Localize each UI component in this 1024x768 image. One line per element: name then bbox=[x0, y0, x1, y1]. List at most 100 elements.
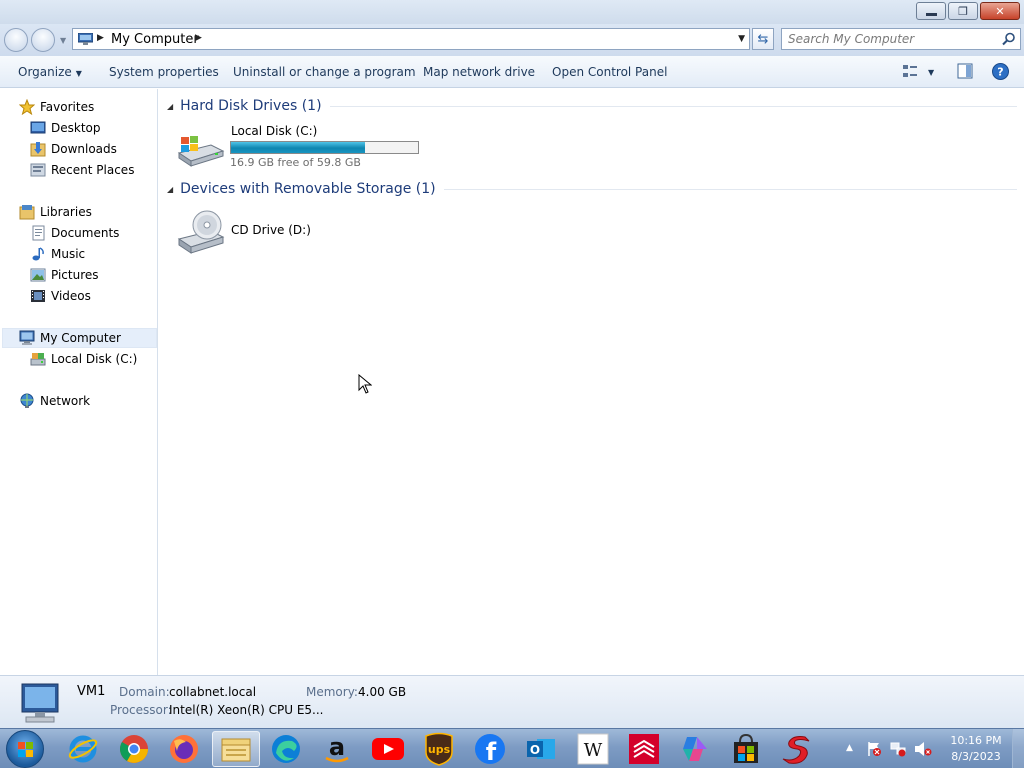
nav-desktop[interactable]: Desktop bbox=[30, 118, 101, 138]
edge-taskbar-button[interactable] bbox=[262, 731, 310, 767]
chrome-taskbar-button[interactable] bbox=[110, 731, 158, 767]
change-view-icon[interactable] bbox=[902, 63, 918, 79]
facebook-icon: f bbox=[475, 734, 505, 765]
organize-menu-button[interactable]: Organize ▼ bbox=[18, 65, 82, 79]
hard-disk-drives-group[interactable]: ◢ Hard Disk Drives (1) bbox=[167, 98, 1017, 114]
hard-disk-drives-header: Hard Disk Drives (1) bbox=[180, 98, 322, 114]
address-history-dropdown-icon[interactable]: ▼ bbox=[738, 34, 745, 44]
recent-places-icon bbox=[30, 162, 46, 178]
svg-text:O: O bbox=[530, 743, 540, 757]
firefox-taskbar-button[interactable] bbox=[160, 731, 208, 767]
volume-muted-icon[interactable] bbox=[914, 741, 932, 757]
nav-recent-places[interactable]: Recent Places bbox=[30, 160, 134, 180]
youtube-taskbar-button[interactable] bbox=[364, 731, 412, 767]
search-icon[interactable] bbox=[1002, 32, 1016, 46]
nav-local-disk[interactable]: Local Disk (C:) bbox=[30, 349, 137, 369]
processor-value: Intel(R) Xeon(R) CPU E5... bbox=[169, 703, 324, 717]
removable-storage-group[interactable]: ◢ Devices with Removable Storage (1) bbox=[167, 181, 1017, 197]
close-button[interactable]: ✕ bbox=[980, 2, 1020, 20]
nav-music[interactable]: Music bbox=[30, 244, 85, 264]
edge-icon bbox=[272, 735, 300, 763]
local-disk-label[interactable]: Local Disk (C:) bbox=[231, 124, 317, 138]
nav-desktop-label: Desktop bbox=[51, 121, 101, 135]
maximize-button[interactable]: ❐ bbox=[948, 2, 978, 20]
folder-icon bbox=[221, 738, 251, 762]
file-explorer-taskbar-button[interactable] bbox=[212, 731, 260, 767]
start-button[interactable] bbox=[6, 730, 44, 768]
address-bar[interactable]: ▶ My Computer ▶ ▼ bbox=[72, 28, 750, 50]
action-center-flag-icon[interactable] bbox=[866, 741, 882, 757]
details-pane: VM1 Domain: collabnet.local Memory: 4.00… bbox=[0, 675, 1024, 728]
recent-pages-dropdown-icon[interactable]: ▼ bbox=[60, 36, 66, 45]
nav-network[interactable]: Network bbox=[19, 391, 90, 411]
uninstall-program-button[interactable]: Uninstall or change a program bbox=[233, 65, 416, 79]
breadcrumb-chevron-icon[interactable]: ▶ bbox=[195, 33, 202, 43]
cd-drive-label[interactable]: CD Drive (D:) bbox=[231, 223, 311, 237]
videos-icon bbox=[30, 288, 46, 304]
nav-documents-label: Documents bbox=[51, 226, 120, 240]
nav-libraries-label: Libraries bbox=[40, 205, 92, 219]
nav-downloads[interactable]: Downloads bbox=[30, 139, 117, 159]
navigation-pane: Favorites Desktop Downloads Recent Place… bbox=[0, 89, 158, 675]
clock[interactable]: 10:16 PM 8/3/2023 bbox=[944, 733, 1008, 765]
outlook-icon: O bbox=[527, 739, 555, 759]
nav-documents[interactable]: Documents bbox=[30, 223, 119, 243]
map-network-drive-button[interactable]: Map network drive bbox=[423, 65, 535, 79]
back-button[interactable] bbox=[4, 28, 28, 52]
copilot-icon bbox=[683, 737, 707, 761]
nav-pictures[interactable]: Pictures bbox=[30, 265, 99, 285]
show-hidden-icons-button[interactable]: ▲ bbox=[846, 743, 853, 753]
nav-music-label: Music bbox=[51, 247, 86, 261]
shopping-bag-icon bbox=[734, 733, 758, 763]
nav-favorites[interactable]: Favorites bbox=[18, 97, 94, 117]
restore-icon: ❐ bbox=[958, 4, 968, 18]
breadcrumb-separator-icon[interactable]: ▶ bbox=[97, 33, 104, 43]
disk-usage-fill bbox=[231, 142, 366, 153]
system-properties-button[interactable]: System properties bbox=[109, 65, 219, 79]
copilot-taskbar-button[interactable] bbox=[671, 731, 719, 767]
clock-date: 8/3/2023 bbox=[951, 750, 1001, 763]
mouse-cursor-icon bbox=[358, 374, 372, 394]
collapse-triangle-icon: ◢ bbox=[167, 184, 174, 194]
help-icon[interactable]: ? bbox=[992, 63, 1009, 80]
breadcrumb-my-computer[interactable]: My Computer bbox=[111, 32, 199, 47]
open-control-panel-button[interactable]: Open Control Panel bbox=[552, 65, 667, 79]
chevron-up-icon: ▲ bbox=[846, 743, 853, 753]
refresh-button[interactable]: ⇆ bbox=[752, 28, 774, 50]
window-controls: ❐ ✕ bbox=[914, 2, 1020, 20]
show-desktop-button[interactable] bbox=[1012, 729, 1024, 768]
group-divider bbox=[329, 105, 1017, 107]
nav-my-computer[interactable]: My Computer bbox=[2, 328, 157, 348]
nav-videos-label: Videos bbox=[51, 289, 91, 303]
ups-taskbar-button[interactable]: ups bbox=[415, 731, 463, 767]
wikipedia-taskbar-button[interactable]: W bbox=[569, 731, 617, 767]
svg-text:f: f bbox=[486, 738, 497, 765]
nav-videos[interactable]: Videos bbox=[30, 286, 91, 306]
amazon-taskbar-button[interactable]: a bbox=[313, 731, 361, 767]
search-box[interactable] bbox=[781, 28, 1021, 50]
network-status-icon[interactable] bbox=[890, 741, 906, 757]
pictures-icon bbox=[30, 267, 46, 283]
processor-label: Processor: bbox=[110, 703, 172, 717]
forward-button[interactable] bbox=[31, 28, 55, 52]
minimize-button[interactable] bbox=[916, 2, 946, 20]
bank-of-america-icon bbox=[629, 734, 659, 764]
nav-libraries[interactable]: Libraries bbox=[19, 202, 92, 222]
hard-drive-icon bbox=[30, 351, 46, 367]
facebook-taskbar-button[interactable]: f bbox=[466, 731, 514, 767]
speedway-taskbar-button[interactable] bbox=[772, 731, 820, 767]
minimize-icon bbox=[925, 12, 937, 16]
amazon-icon: a bbox=[325, 733, 349, 763]
view-options-dropdown-icon[interactable]: ▼ bbox=[928, 68, 934, 77]
network-icon bbox=[19, 393, 35, 409]
removable-storage-header: Devices with Removable Storage (1) bbox=[180, 181, 436, 197]
disk-usage-bar bbox=[230, 141, 419, 154]
preview-pane-icon[interactable] bbox=[957, 63, 973, 79]
internet-explorer-taskbar-button[interactable] bbox=[59, 731, 107, 767]
domain-label: Domain: bbox=[119, 685, 170, 699]
outlook-taskbar-button[interactable]: O bbox=[517, 731, 565, 767]
bank-of-america-taskbar-button[interactable] bbox=[620, 731, 668, 767]
microsoft-store-taskbar-button[interactable] bbox=[722, 731, 770, 767]
memory-label: Memory: bbox=[306, 685, 358, 699]
search-input[interactable] bbox=[788, 30, 988, 48]
